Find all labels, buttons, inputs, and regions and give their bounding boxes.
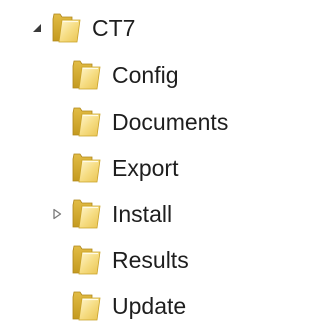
expanded-triangle-icon[interactable] (28, 19, 46, 37)
folder-icon (70, 197, 104, 231)
folder-icon (50, 11, 84, 45)
tree-node-export[interactable]: Export (48, 149, 178, 187)
tree-node-config[interactable]: Config (48, 56, 178, 94)
tree-node-label: Export (112, 154, 179, 181)
folder-icon (70, 243, 104, 277)
collapsed-triangle-icon[interactable] (48, 205, 66, 223)
folder-tree: CT7 Config Documents Export Install Resu… (0, 0, 278, 318)
tree-node-ct7[interactable]: CT7 (28, 9, 135, 47)
tree-node-documents[interactable]: Documents (48, 103, 228, 141)
tree-node-label: Install (112, 200, 173, 227)
tree-node-label: Documents (112, 108, 229, 135)
tree-node-label: Config (112, 61, 179, 88)
folder-icon (70, 105, 104, 139)
folder-icon (70, 151, 104, 185)
tree-node-label: CT7 (92, 14, 136, 41)
folder-icon (70, 58, 104, 92)
tree-node-update[interactable]: Update (48, 287, 186, 325)
tree-node-install[interactable]: Install (48, 195, 172, 233)
tree-node-label: Update (112, 292, 187, 319)
tree-node-label: Results (112, 246, 189, 273)
tree-node-results[interactable]: Results (48, 241, 189, 279)
